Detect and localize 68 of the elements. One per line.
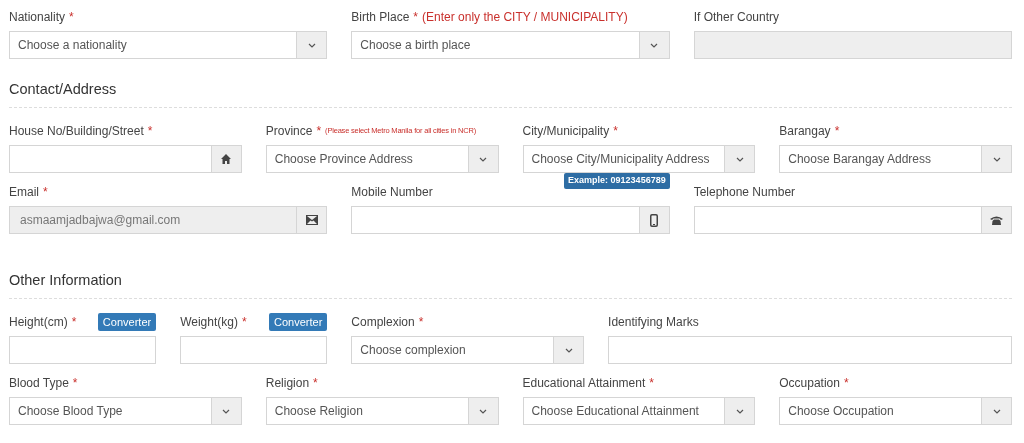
field-label: Blood Type xyxy=(9,375,69,392)
field-label: Province xyxy=(265,123,313,140)
chevron-down-icon xyxy=(735,156,744,162)
dropdown[interactable]: Choose a birth place xyxy=(351,31,670,59)
telephone-icon xyxy=(990,214,1003,226)
dropdown[interactable]: Choose Educational Attainment xyxy=(522,397,756,425)
chevron-down-icon xyxy=(222,408,231,414)
required-mark: * xyxy=(834,123,840,140)
required-mark: * xyxy=(71,314,77,331)
dropdown[interactable]: Choose Province Address xyxy=(265,145,499,173)
chevron-down-icon xyxy=(479,408,487,414)
field-label: Weight(kg) xyxy=(180,314,238,331)
chevron-down-icon xyxy=(479,156,487,162)
required-mark: * xyxy=(313,375,318,392)
input-field[interactable] xyxy=(9,336,157,364)
chevron-down-icon xyxy=(564,347,573,353)
field-label: Identifying Marks xyxy=(608,314,699,331)
input-field[interactable] xyxy=(9,145,212,173)
field-label: Height(cm) xyxy=(9,314,68,331)
converter-button[interactable]: Converter xyxy=(269,312,328,332)
dropdown[interactable]: Choose complexion xyxy=(351,336,585,364)
envelope-icon xyxy=(305,215,318,225)
dropdown[interactable]: Choose City/Municipality Address xyxy=(522,145,756,173)
chevron-down-icon xyxy=(650,42,659,48)
field-label: Religion xyxy=(265,375,310,392)
field-label: Mobile Number xyxy=(351,184,433,201)
field-label: Telephone Number xyxy=(693,184,796,201)
field-label: If Other Country xyxy=(693,9,780,26)
input-field[interactable] xyxy=(351,206,640,234)
chevron-down-icon xyxy=(735,408,744,414)
example-badge: Example: 09123456789 xyxy=(564,173,670,189)
required-mark: * xyxy=(241,314,247,331)
required-mark: * xyxy=(843,375,849,392)
field-label: City/Municipality xyxy=(522,123,610,140)
required-mark: * xyxy=(43,184,48,201)
field-label: Occupation xyxy=(779,375,840,392)
required-mark: * xyxy=(72,375,78,392)
required-mark: * xyxy=(316,123,322,140)
converter-button[interactable]: Converter xyxy=(97,312,157,332)
chevron-down-icon xyxy=(992,156,1001,162)
required-mark: * xyxy=(649,375,654,392)
field-note: (Enter only the CITY / MUNICIPALITY) xyxy=(422,9,628,26)
section-heading: Other Information xyxy=(9,272,122,288)
chevron-down-icon xyxy=(992,408,1001,414)
chevron-down-icon xyxy=(307,42,316,48)
dropdown[interactable]: Choose Blood Type xyxy=(9,397,242,425)
input-field[interactable] xyxy=(180,336,328,364)
home-icon xyxy=(220,153,233,165)
dropdown[interactable]: Choose Barangay Address xyxy=(779,145,1012,173)
dropdown[interactable]: Choose Occupation xyxy=(779,397,1012,425)
field-label: House No/Building/Street xyxy=(9,123,144,140)
field-label: Birth Place xyxy=(351,9,410,26)
field-label: Email xyxy=(9,184,39,201)
required-mark: * xyxy=(413,9,419,26)
field-label: Complexion xyxy=(351,314,415,331)
field-label: Educational Attainment xyxy=(522,375,646,392)
field-label: Barangay xyxy=(779,123,831,140)
dropdown[interactable]: Choose Religion xyxy=(265,397,499,425)
required-mark: * xyxy=(613,123,618,140)
required-mark: * xyxy=(147,123,153,140)
section-heading: Contact/Address xyxy=(9,81,117,97)
required-mark: * xyxy=(69,9,74,26)
dropdown[interactable]: Choose a nationality xyxy=(9,31,328,59)
field-label: Nationality xyxy=(9,9,66,26)
input-field[interactable] xyxy=(693,206,982,234)
mobile-phone-icon xyxy=(650,213,659,227)
input-field[interactable] xyxy=(608,336,1012,364)
required-mark: * xyxy=(418,314,424,331)
